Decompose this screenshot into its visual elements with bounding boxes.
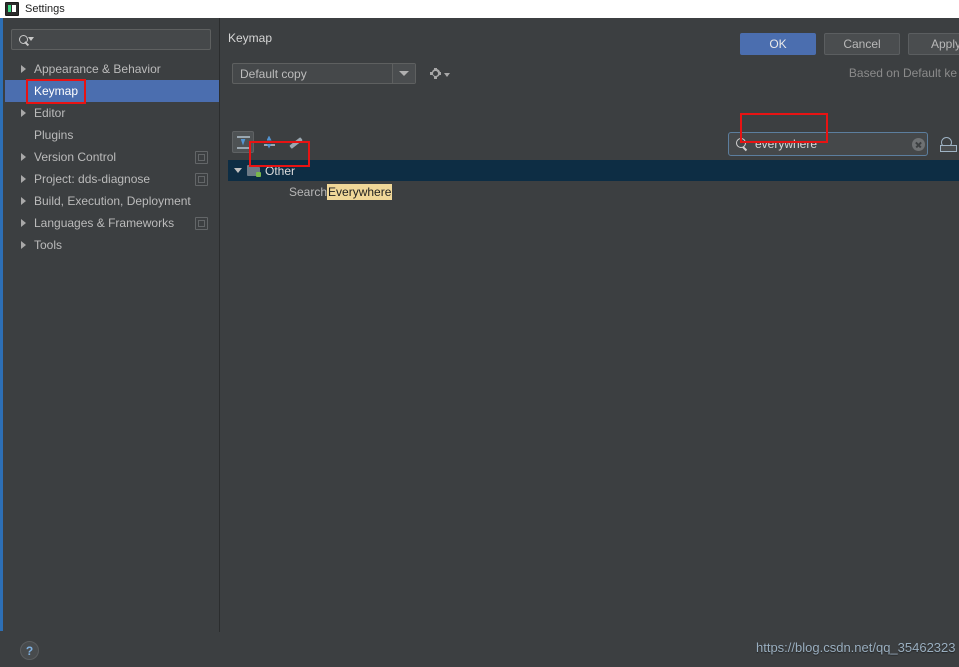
chevron-down-icon xyxy=(444,73,450,77)
sidebar-item-label: Keymap xyxy=(34,84,78,98)
keymap-action-label: Search xyxy=(289,185,327,199)
settings-category-tree: Appearance & Behavior Keymap Editor Plug… xyxy=(5,58,219,256)
sidebar-item-label: Plugins xyxy=(34,128,73,142)
collapse-all-button[interactable] xyxy=(232,131,254,153)
based-on-label: Based on Default ke xyxy=(849,66,959,80)
project-scope-icon xyxy=(195,173,208,186)
pencil-icon xyxy=(288,135,303,150)
sidebar-item-label: Version Control xyxy=(34,150,116,164)
window-body: Appearance & Behavior Keymap Editor Plug… xyxy=(0,18,959,667)
tree-indent xyxy=(19,129,31,141)
keymap-select[interactable]: Default copy xyxy=(232,63,416,84)
settings-search-box[interactable] xyxy=(11,29,211,50)
keymap-search-box[interactable] xyxy=(728,132,928,156)
chevron-right-icon[interactable] xyxy=(19,151,31,163)
edit-shortcut-button[interactable] xyxy=(284,131,306,153)
page-title: Keymap xyxy=(228,31,272,45)
chevron-right-icon[interactable] xyxy=(19,63,31,75)
sidebar-item-version-control[interactable]: Version Control xyxy=(5,146,219,168)
project-scope-icon xyxy=(195,151,208,164)
settings-window: Settings Appearance & Behavior Keymap xyxy=(0,0,959,667)
keymap-action-match-highlight: Everywhere xyxy=(327,184,392,200)
keymap-settings-button[interactable] xyxy=(429,63,455,83)
chevron-down-icon[interactable] xyxy=(232,164,246,178)
search-icon xyxy=(734,136,750,152)
chevron-right-icon[interactable] xyxy=(19,217,31,229)
sidebar-item-label: Project: dds-diagnose xyxy=(34,172,150,186)
find-by-shortcut-button[interactable] xyxy=(936,132,959,156)
sidebar-item-label: Appearance & Behavior xyxy=(34,62,161,76)
collapse-all-icon xyxy=(237,136,250,149)
tree-indent xyxy=(19,85,31,97)
sidebar-item-build-execution-deployment[interactable]: Build, Execution, Deployment xyxy=(5,190,219,212)
keymap-toolbar xyxy=(232,131,310,153)
keymap-select-value: Default copy xyxy=(233,67,392,81)
sidebar-item-project-dds-diagnose[interactable]: Project: dds-diagnose xyxy=(5,168,219,190)
gear-icon xyxy=(429,67,442,80)
chevron-right-icon[interactable] xyxy=(19,173,31,185)
sidebar-item-tools[interactable]: Tools xyxy=(5,234,219,256)
help-button[interactable]: ? xyxy=(20,641,39,660)
project-scope-icon xyxy=(195,217,208,230)
chevron-right-icon[interactable] xyxy=(19,107,31,119)
sidebar-item-editor[interactable]: Editor xyxy=(5,102,219,124)
sidebar-item-plugins[interactable]: Plugins xyxy=(5,124,219,146)
search-icon xyxy=(17,32,33,48)
folder-icon xyxy=(247,165,261,177)
sidebar-item-keymap[interactable]: Keymap xyxy=(5,80,219,102)
apply-button[interactable]: Apply xyxy=(908,33,959,55)
settings-sidebar: Appearance & Behavior Keymap Editor Plug… xyxy=(5,18,220,632)
expand-all-icon xyxy=(263,136,276,149)
sidebar-item-label: Languages & Frameworks xyxy=(34,216,174,230)
sidebar-item-label: Tools xyxy=(34,238,62,252)
keymap-action-search-everywhere[interactable]: Search Everywhere xyxy=(228,181,959,202)
keymap-panel: Keymap Default copy Based on Default ke xyxy=(221,18,959,632)
chevron-right-icon[interactable] xyxy=(19,195,31,207)
chevron-down-icon[interactable] xyxy=(392,64,415,83)
expand-all-button[interactable] xyxy=(258,131,280,153)
clear-search-icon[interactable] xyxy=(912,138,925,151)
cancel-button[interactable]: Cancel xyxy=(824,33,900,55)
keymap-action-tree: Other Search Everywhere xyxy=(228,160,959,202)
settings-search-input[interactable] xyxy=(33,33,210,47)
keymap-group-other[interactable]: Other xyxy=(228,160,959,181)
window-title: Settings xyxy=(25,3,65,15)
keymap-search-input[interactable] xyxy=(750,136,912,152)
sidebar-item-label: Editor xyxy=(34,106,65,120)
pycharm-icon xyxy=(5,2,19,16)
ok-button[interactable]: OK xyxy=(740,33,816,55)
chevron-right-icon[interactable] xyxy=(19,239,31,251)
keyboard-search-icon xyxy=(940,137,957,152)
window-titlebar: Settings xyxy=(0,0,959,18)
watermark-url: https://blog.csdn.net/qq_35462323 xyxy=(756,640,956,655)
keymap-group-label: Other xyxy=(265,164,295,178)
sidebar-item-appearance-behavior[interactable]: Appearance & Behavior xyxy=(5,58,219,80)
sidebar-item-label: Build, Execution, Deployment xyxy=(34,194,191,208)
sidebar-item-languages-frameworks[interactable]: Languages & Frameworks xyxy=(5,212,219,234)
